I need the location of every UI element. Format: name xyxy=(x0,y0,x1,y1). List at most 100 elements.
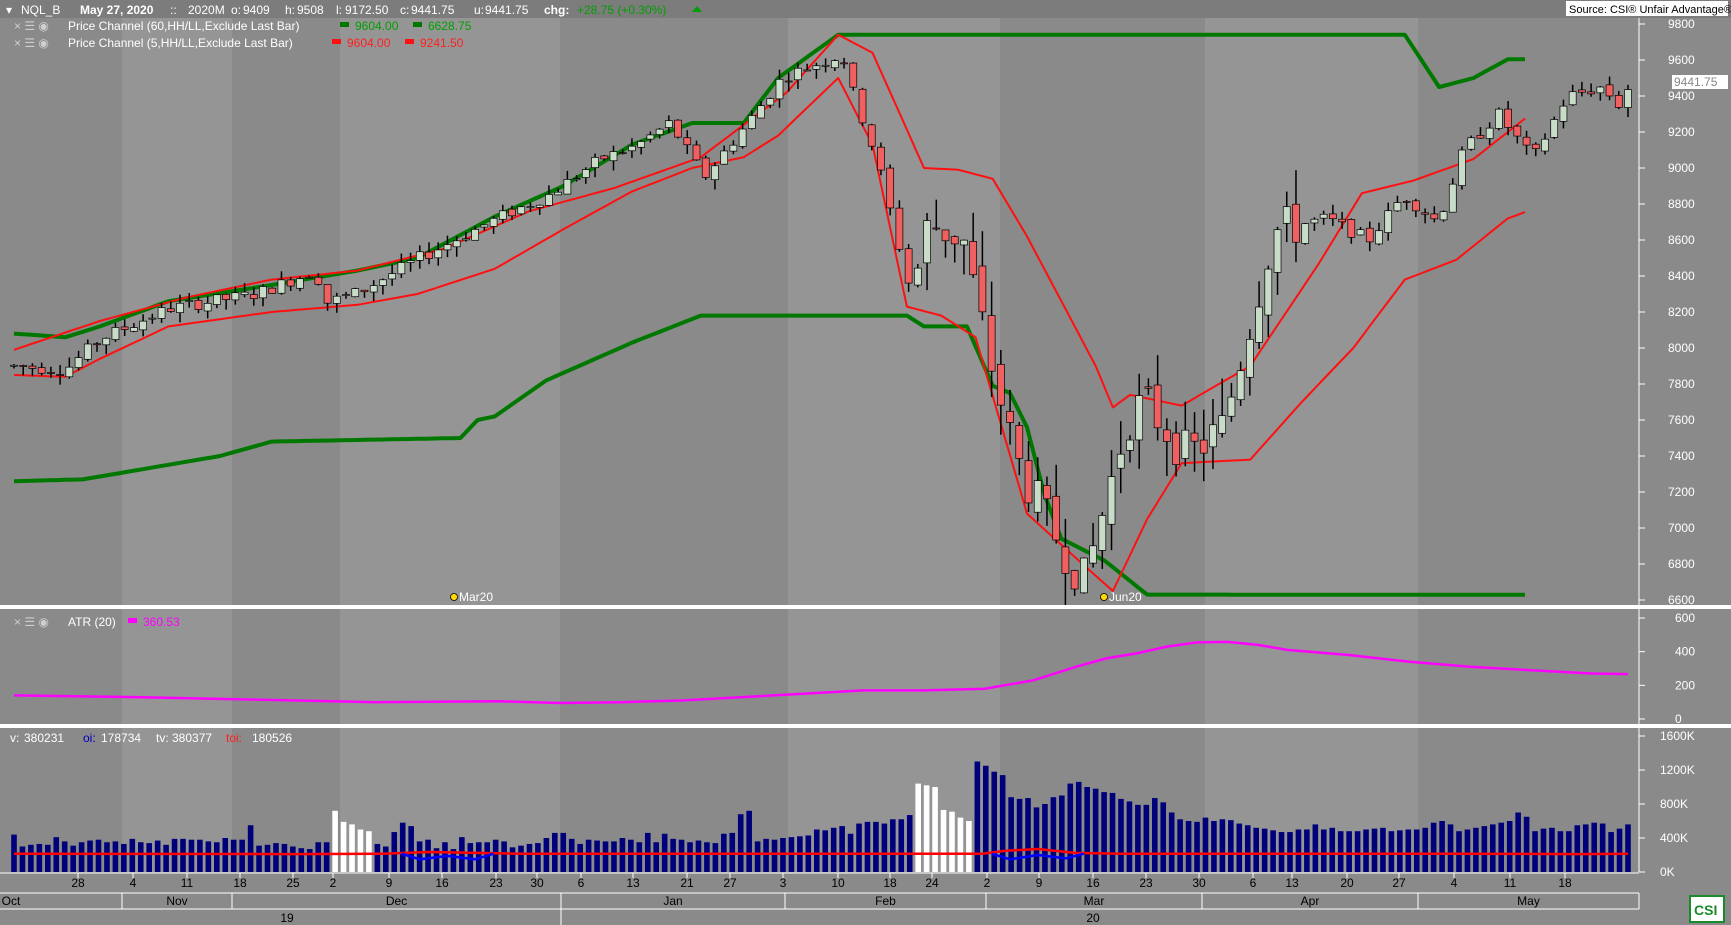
candle-up xyxy=(545,194,553,206)
legend-controls-icon[interactable]: × ☰ ◉ xyxy=(14,19,49,33)
volume-tick-label: 400K xyxy=(1660,831,1688,845)
volume-bar xyxy=(704,842,710,872)
candle-up xyxy=(1384,210,1393,233)
volume-bar xyxy=(349,824,355,872)
volume-bar xyxy=(1143,804,1150,872)
atr-tick-label: 400 xyxy=(1675,645,1695,659)
high-label: h: xyxy=(285,3,295,17)
candle-down xyxy=(886,167,895,209)
price-tick-label: 7000 xyxy=(1668,521,1695,535)
candle-down xyxy=(1292,203,1300,243)
chg-label: chg: xyxy=(544,3,569,17)
volume-bar xyxy=(501,841,507,872)
candle-down xyxy=(1172,432,1180,465)
candle-up xyxy=(296,278,304,289)
month-band xyxy=(788,18,1000,873)
volume-bar xyxy=(1025,798,1031,872)
candle-up xyxy=(489,217,498,227)
candle-down xyxy=(1614,95,1623,108)
candle-down xyxy=(305,276,313,279)
volume-bar xyxy=(188,839,195,872)
legend-controls-icon[interactable]: × ☰ ◉ xyxy=(14,36,49,50)
u-value: 9441.75 xyxy=(485,3,529,17)
close-glyph[interactable]: ▾ xyxy=(6,3,12,17)
volume-bar xyxy=(1075,781,1082,872)
volume-bar xyxy=(408,826,414,872)
candle-down xyxy=(1061,546,1070,574)
atr-axis: 600 400 200 0 xyxy=(1639,611,1695,726)
volume-bar xyxy=(940,809,947,872)
day-tick-label: 18 xyxy=(1558,876,1572,890)
volume-bar xyxy=(332,810,338,872)
time-axis[interactable]: 28 4 11 18 25 2 9 16 23 30 6 13 21 27 3 10 18 24 2 9 16 23 30 6… xyxy=(0,872,1640,925)
candle-down xyxy=(1052,495,1061,541)
candle-up xyxy=(277,279,286,294)
volume-bar xyxy=(890,819,896,872)
volume-bar xyxy=(137,842,144,872)
candle-up xyxy=(517,206,526,215)
toi-value: 180526 xyxy=(252,731,292,745)
candle-up xyxy=(1356,229,1365,236)
candle-down xyxy=(674,119,682,138)
candle-down xyxy=(692,144,701,161)
candle-up xyxy=(1227,396,1236,417)
volume-bar xyxy=(1464,829,1471,872)
volume-bar xyxy=(881,823,888,872)
volume-bar xyxy=(1101,792,1107,872)
day-tick-label: 27 xyxy=(1392,876,1406,890)
day-tick-label: 4 xyxy=(1451,876,1458,890)
price-chart[interactable]: 9800960094009200900088008600840082008000… xyxy=(0,0,1731,925)
candle-down xyxy=(969,241,978,276)
volume-bar xyxy=(1380,827,1386,872)
candle-up xyxy=(1236,370,1245,401)
oi-label: oi: xyxy=(83,731,96,745)
legend-atr[interactable]: × ☰ ◉ ATR (20) 360.53 xyxy=(14,615,180,629)
volume-bar xyxy=(535,843,541,872)
candle-down xyxy=(1163,429,1171,442)
candle-down xyxy=(19,365,28,367)
volume-bar xyxy=(585,839,592,872)
panel-separator[interactable] xyxy=(0,605,1731,609)
volume-bar xyxy=(78,842,85,872)
candle-down xyxy=(1531,143,1540,149)
volume-bar xyxy=(28,844,34,872)
volume-bar xyxy=(568,838,575,872)
panel-separator[interactable] xyxy=(0,724,1731,728)
day-tick-label: 21 xyxy=(680,876,694,890)
volume-bar xyxy=(1261,828,1268,872)
candle-down xyxy=(1153,384,1162,429)
day-tick-label: 23 xyxy=(489,876,503,890)
volume-bar xyxy=(1616,828,1623,872)
volume-bar xyxy=(1498,822,1505,872)
volume-bar xyxy=(163,844,169,872)
legend-controls-icon[interactable]: × ☰ ◉ xyxy=(14,615,49,629)
volume-bar xyxy=(813,829,820,872)
day-tick-label: 9 xyxy=(386,876,393,890)
candle-down xyxy=(978,265,987,313)
pc5-lower-swatch xyxy=(405,39,414,44)
volume-bar xyxy=(306,849,313,872)
candle-up xyxy=(960,239,968,246)
day-tick-label: 6 xyxy=(1250,876,1257,890)
volume-bar xyxy=(383,846,389,872)
volume-bar xyxy=(95,839,102,872)
candle-up xyxy=(443,244,452,251)
volume-bar xyxy=(856,823,862,872)
volume-bar xyxy=(1388,831,1395,872)
volume-bar xyxy=(518,845,524,872)
volume-bar xyxy=(1329,827,1336,872)
volume-bar xyxy=(932,787,938,872)
volume-bar xyxy=(1135,804,1141,872)
candle-up xyxy=(812,65,821,70)
volume-bar xyxy=(1506,821,1513,872)
volume-bar xyxy=(129,838,136,872)
candle-up xyxy=(185,300,194,302)
candle-up xyxy=(1033,480,1042,513)
volume-bar xyxy=(1287,832,1293,872)
pc5-legend-label: Price Channel (5,HH/LL,Exclude Last Bar) xyxy=(68,36,293,50)
volume-bar xyxy=(771,839,778,872)
candle-up xyxy=(775,78,784,100)
candle-down xyxy=(286,279,295,287)
volume-bar xyxy=(602,841,609,872)
month-band xyxy=(340,18,560,873)
